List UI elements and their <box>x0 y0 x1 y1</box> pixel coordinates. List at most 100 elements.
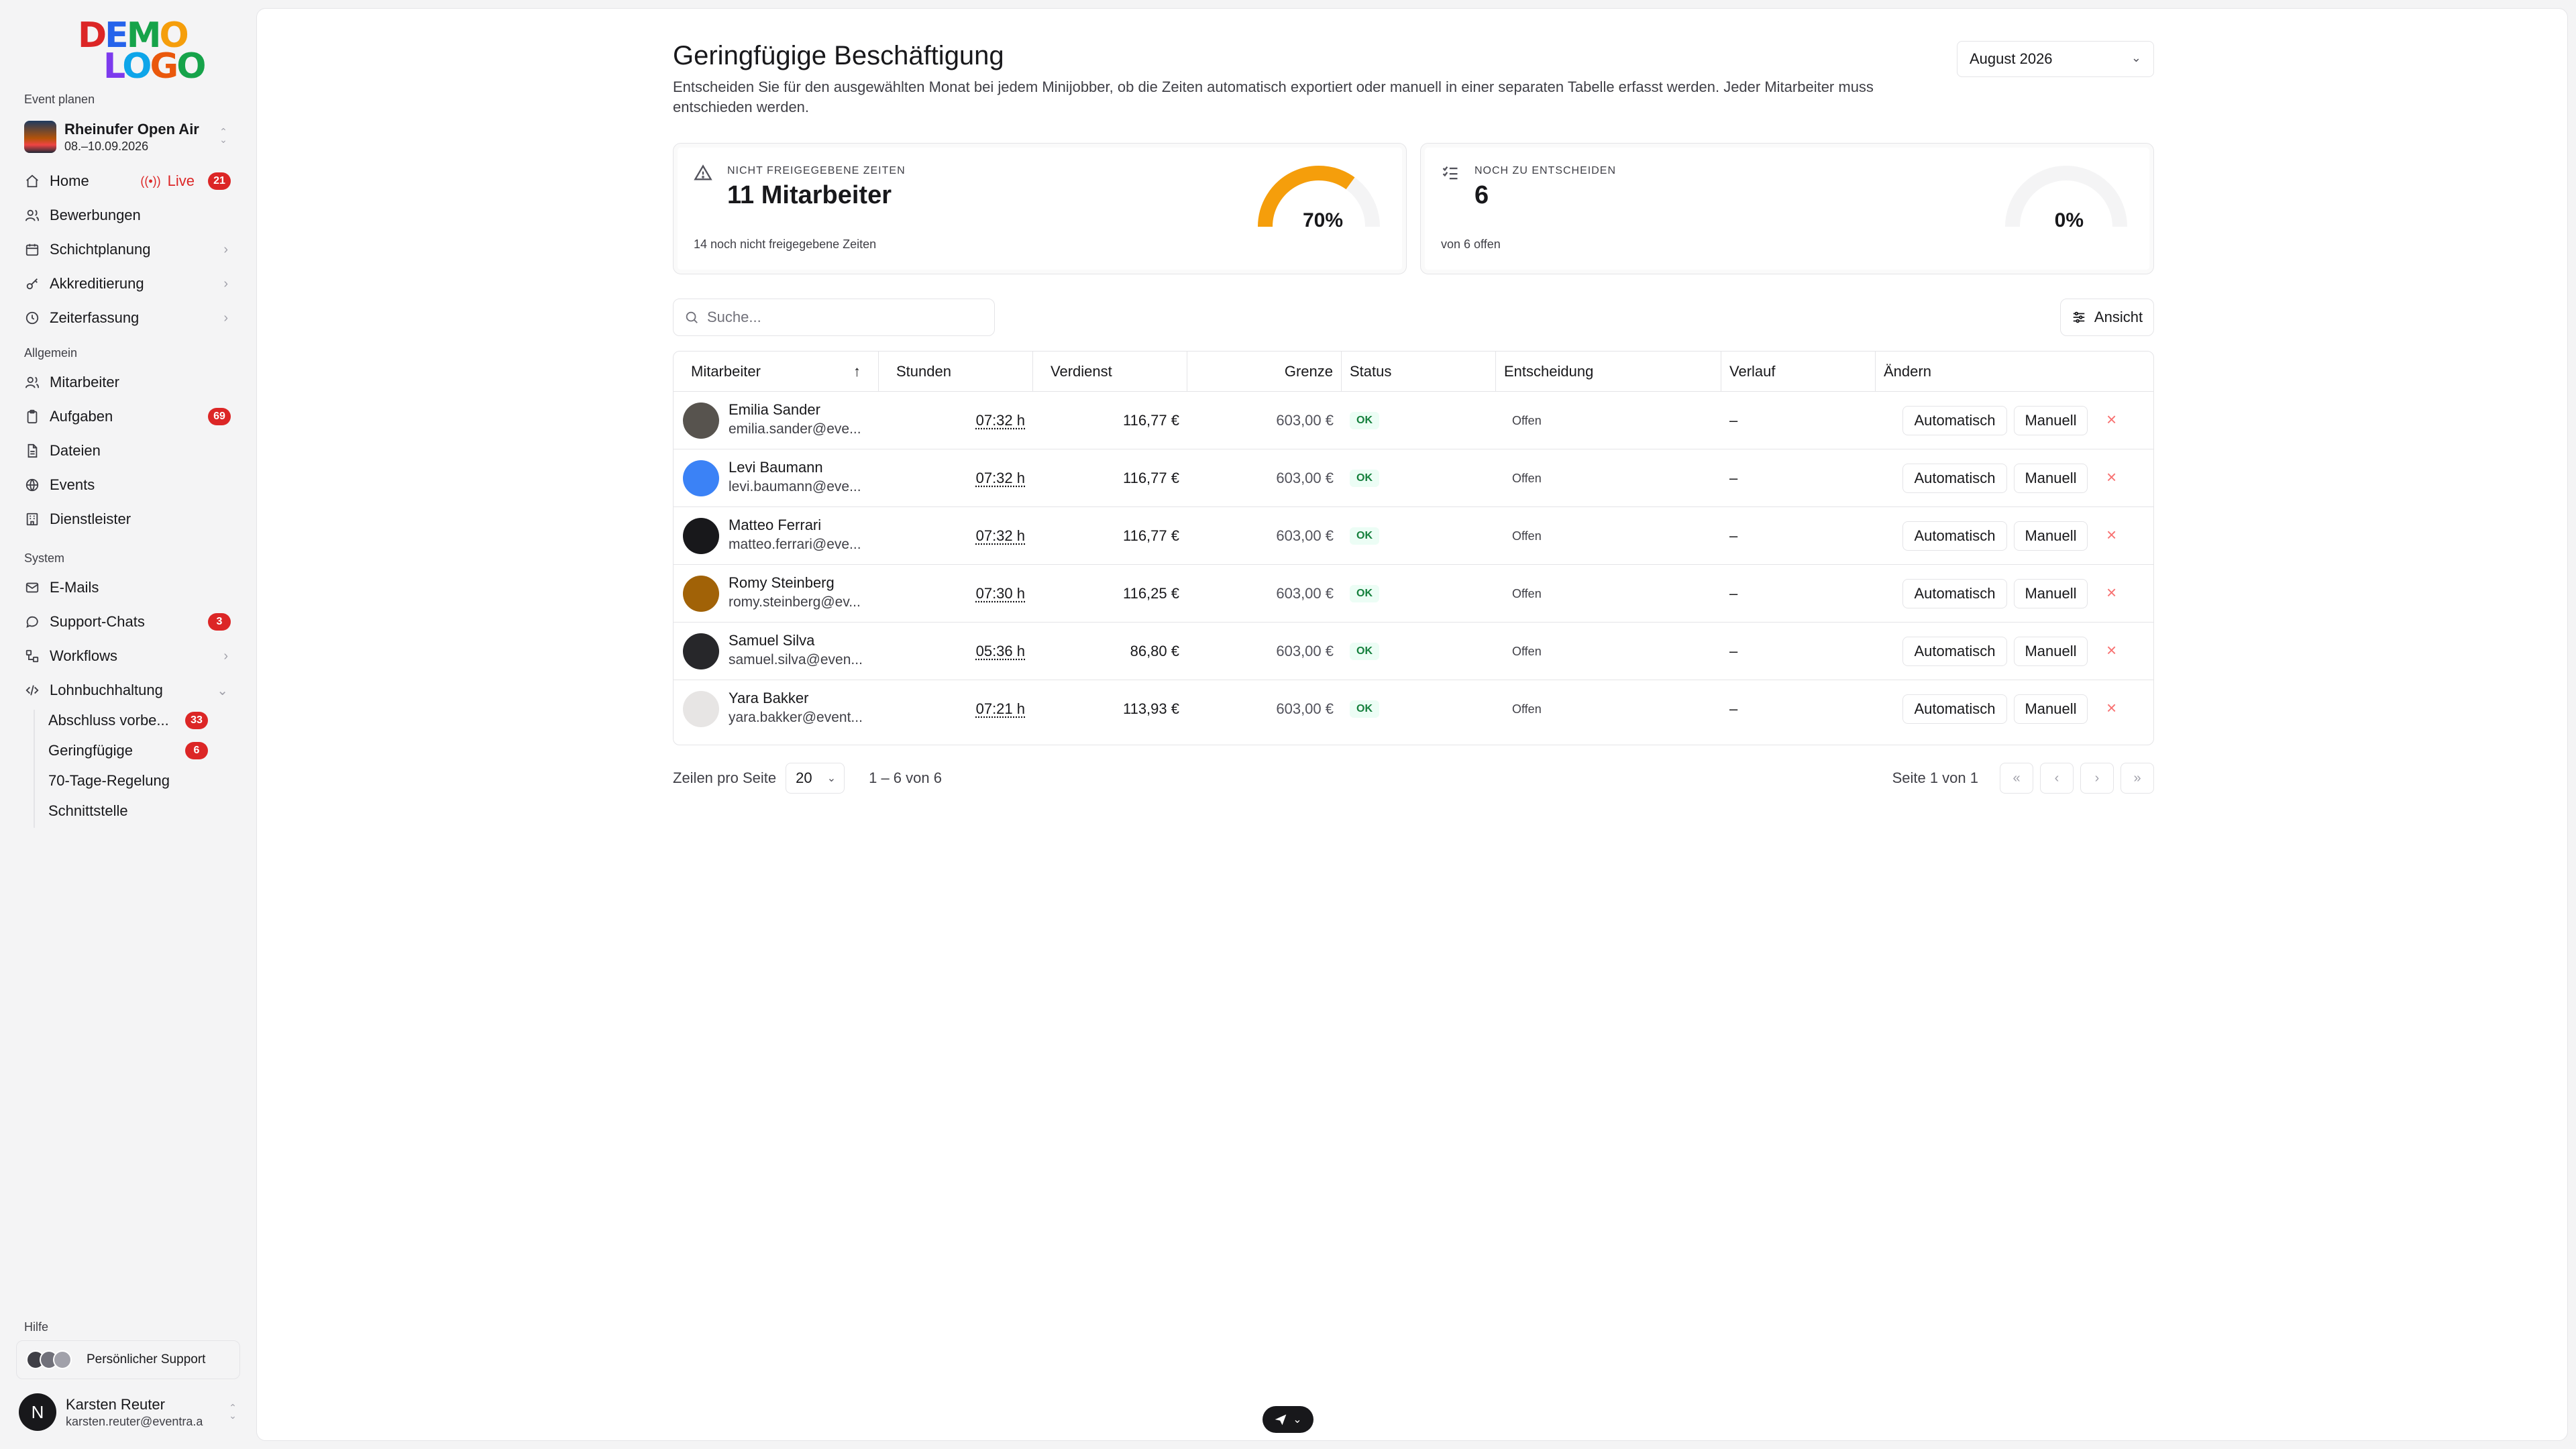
last-page-button[interactable]: » <box>2121 763 2154 794</box>
submenu-line <box>34 710 35 828</box>
feedback-button[interactable]: ⌄ <box>1263 1406 1313 1433</box>
avatar <box>683 402 719 439</box>
event-thumbnail <box>24 121 56 153</box>
event-switcher[interactable]: Rheinufer Open Air 08.–10.09.2026 ⌃ ⌄ <box>20 118 235 156</box>
employee-email: matteo.ferrari@eve... <box>729 537 861 552</box>
users-icon <box>24 207 40 223</box>
sidebar-item-schichtplanung[interactable]: Schichtplanung › <box>19 235 237 264</box>
manual-button[interactable]: Manuell <box>2014 579 2088 608</box>
sidebar-item-akkreditierung[interactable]: Akkreditierung › <box>19 269 237 299</box>
mail-icon <box>24 580 40 596</box>
sidebar-item-zeiterfassung[interactable]: Zeiterfassung › <box>19 303 237 333</box>
hours-value[interactable]: 05:36 h <box>976 643 1025 660</box>
hours-value[interactable]: 07:30 h <box>976 585 1025 602</box>
sidebar-item-e-mails[interactable]: E-Mails <box>19 573 237 602</box>
employee-email: romy.steinberg@ev... <box>729 594 861 610</box>
manual-button[interactable]: Manuell <box>2014 464 2088 493</box>
sidebar-item-dateien[interactable]: Dateien <box>19 436 237 466</box>
gauge-percent: 0% <box>2054 209 2084 231</box>
earnings-value: 116,77 € <box>1122 527 1179 544</box>
status-badge: OK <box>1350 700 1379 718</box>
next-page-button[interactable]: › <box>2080 763 2114 794</box>
table-header: Mitarbeiter ↑ Stunden Verdienst Grenze S… <box>674 352 2153 392</box>
count-badge: 21 <box>208 172 231 190</box>
decision-value: Offen <box>1512 529 1542 543</box>
sidebar-item-bewerbungen[interactable]: Bewerbungen <box>19 201 237 230</box>
column-header-history[interactable]: Verlauf <box>1721 352 1876 392</box>
month-select-value: August 2026 <box>1970 50 2053 67</box>
sidebar-item-label: Bewerbungen <box>50 207 141 223</box>
column-header-earnings[interactable]: Verdienst <box>1033 352 1187 392</box>
column-header-status[interactable]: Status <box>1342 352 1496 392</box>
employee-email: levi.baumann@eve... <box>729 479 861 494</box>
sidebar-item-mitarbeiter[interactable]: Mitarbeiter <box>19 368 237 397</box>
sidebar-subitem-70-tage-regelung[interactable]: 70-Tage-Regelung <box>48 767 237 794</box>
hours-value[interactable]: 07:32 h <box>976 470 1025 487</box>
hours-value[interactable]: 07:32 h <box>976 412 1025 429</box>
column-header-change[interactable]: Ändern <box>1876 352 2153 392</box>
sidebar-subitem-geringf-gige[interactable]: Geringfügige 6 <box>48 737 237 764</box>
close-icon[interactable]: × <box>2106 467 2116 488</box>
automatic-button[interactable]: Automatisch <box>1902 406 2007 435</box>
sidebar-subitem-abschluss-vorbe-[interactable]: Abschluss vorbe... 33 <box>48 707 237 734</box>
manual-button[interactable]: Manuell <box>2014 637 2088 666</box>
chevron-icon: › <box>223 648 228 663</box>
view-button[interactable]: Ansicht <box>2060 299 2154 336</box>
sidebar-item-home[interactable]: Home ((•)) Live 21 <box>19 166 237 196</box>
logo[interactable]: DEMO LOGO <box>78 18 206 85</box>
manual-button[interactable]: Manuell <box>2014 694 2088 724</box>
file-icon <box>24 443 40 459</box>
search-input[interactable]: Suche... <box>673 299 995 336</box>
rows-per-page-select[interactable]: 20 ⌄ <box>786 763 845 794</box>
close-icon[interactable]: × <box>2106 525 2116 545</box>
warning-icon <box>694 164 712 182</box>
sidebar-item-dienstleister[interactable]: Dienstleister <box>19 504 237 534</box>
employee-name: Samuel Silva <box>729 632 815 649</box>
hours-value[interactable]: 07:21 h <box>976 700 1025 718</box>
user-menu[interactable]: N Karsten Reuter karsten.reuter@eventra.… <box>19 1391 240 1433</box>
sidebar-subitem-label: Abschluss vorbe... <box>48 712 169 729</box>
sidebar-item-lohnbuchhaltung[interactable]: Lohnbuchhaltung ⌄ <box>19 676 237 705</box>
prev-page-button[interactable]: ‹ <box>2040 763 2074 794</box>
limit-value: 603,00 € <box>1276 700 1334 717</box>
manual-button[interactable]: Manuell <box>2014 521 2088 551</box>
column-header-hours[interactable]: Stunden <box>879 352 1033 392</box>
count-badge: 6 <box>185 742 208 759</box>
personal-support-button[interactable]: Persönlicher Support <box>16 1340 240 1379</box>
sidebar-item-support-chats[interactable]: Support-Chats 3 <box>19 607 237 637</box>
automatic-button[interactable]: Automatisch <box>1902 521 2007 551</box>
manual-button[interactable]: Manuell <box>2014 406 2088 435</box>
sidebar-item-aufgaben[interactable]: Aufgaben 69 <box>19 402 237 431</box>
close-icon[interactable]: × <box>2106 698 2116 718</box>
sidebar-item-workflows[interactable]: Workflows › <box>19 641 237 671</box>
page-label: Seite 1 von 1 <box>1892 769 1978 786</box>
automatic-button[interactable]: Automatisch <box>1902 694 2007 724</box>
sidebar-subitem-schnittstelle[interactable]: Schnittstelle <box>48 798 237 824</box>
first-page-button[interactable]: « <box>2000 763 2033 794</box>
code-icon <box>24 682 40 698</box>
employee-email: emilia.sander@eve... <box>729 421 861 437</box>
column-header-limit[interactable]: Grenze <box>1187 352 1342 392</box>
employee-email: yara.bakker@event... <box>729 710 863 725</box>
user-name: Karsten Reuter <box>66 1395 165 1413</box>
section-label-general: Allgemein <box>24 346 78 360</box>
close-icon[interactable]: × <box>2106 582 2116 603</box>
column-header-employee[interactable]: Mitarbeiter ↑ <box>674 352 879 392</box>
column-header-decision[interactable]: Entscheidung <box>1496 352 1721 392</box>
sidebar-item-events[interactable]: Events <box>19 470 237 500</box>
close-icon[interactable]: × <box>2106 640 2116 661</box>
automatic-button[interactable]: Automatisch <box>1902 464 2007 493</box>
chevron-down-icon: ⌄ <box>1293 1414 1302 1426</box>
automatic-button[interactable]: Automatisch <box>1902 579 2007 608</box>
month-select[interactable]: August 2026 ⌄ <box>1957 41 2154 77</box>
events-icon <box>24 477 40 493</box>
pagination-range: 1 – 6 von 6 <box>869 769 942 786</box>
employee-name: Levi Baumann <box>729 459 823 476</box>
automatic-button[interactable]: Automatisch <box>1902 637 2007 666</box>
close-icon[interactable]: × <box>2106 409 2116 430</box>
pagination-right: Seite 1 von 1 « ‹ › » <box>1892 763 2154 794</box>
hours-value[interactable]: 07:32 h <box>976 527 1025 545</box>
sidebar: DEMO LOGO Event planen Rheinufer Open Ai… <box>0 0 256 1449</box>
key-icon <box>24 276 40 292</box>
event-name: Rheinufer Open Air <box>64 120 199 138</box>
